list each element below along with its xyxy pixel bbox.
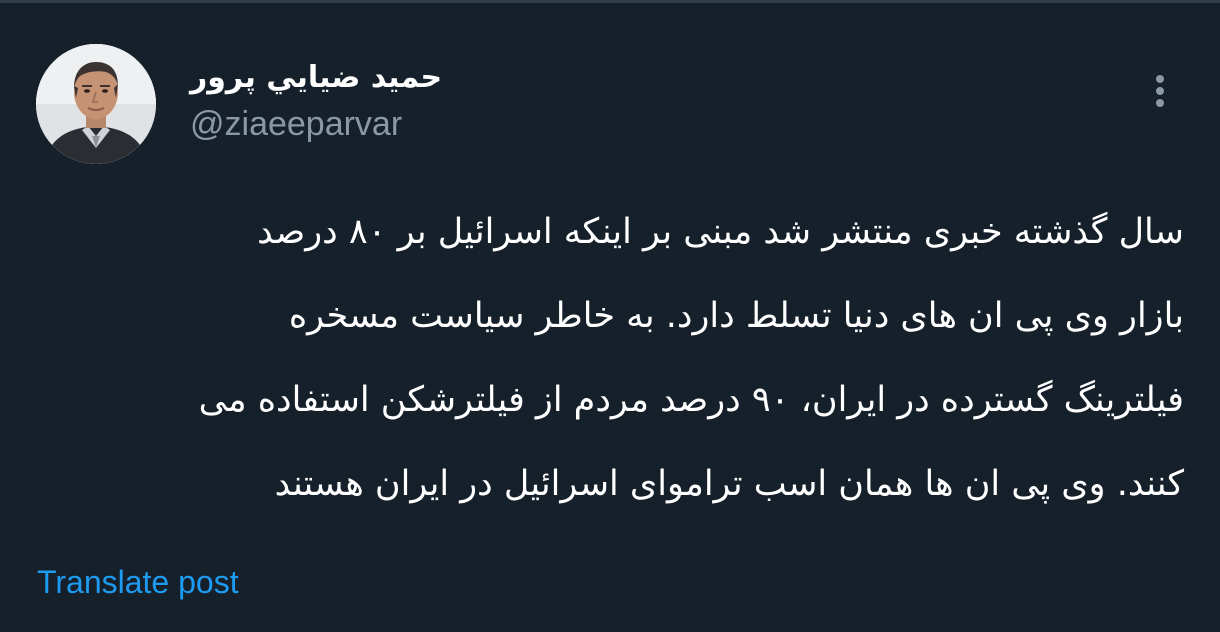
post-text-line: کنند. وی پی ان ها همان اسب تراموای اسرائ… xyxy=(274,464,1184,504)
more-options-button[interactable] xyxy=(1140,66,1180,116)
top-divider xyxy=(0,0,1220,3)
post-text: سال گذشته خبری منتشر شد مبنی بر اینکه اس… xyxy=(36,190,1184,526)
vertical-ellipsis-icon xyxy=(1156,75,1164,107)
post-text-line: سال گذشته خبری منتشر شد مبنی بر اینکه اس… xyxy=(257,212,1184,252)
translate-post-link[interactable]: Translate post xyxy=(37,560,239,604)
avatar[interactable] xyxy=(36,44,156,164)
post-text-line: بازار وی پی ان های دنیا تسلط دارد. به خا… xyxy=(288,296,1184,336)
post-text-line: فیلترینگ گسترده در ایران، ۹۰ درصد مردم ا… xyxy=(198,380,1184,420)
author-display-name[interactable]: حمید ضيايي پرور xyxy=(190,58,442,98)
profile-photo-icon xyxy=(36,44,156,164)
author-handle[interactable]: @ziaeeparvar xyxy=(190,104,402,144)
